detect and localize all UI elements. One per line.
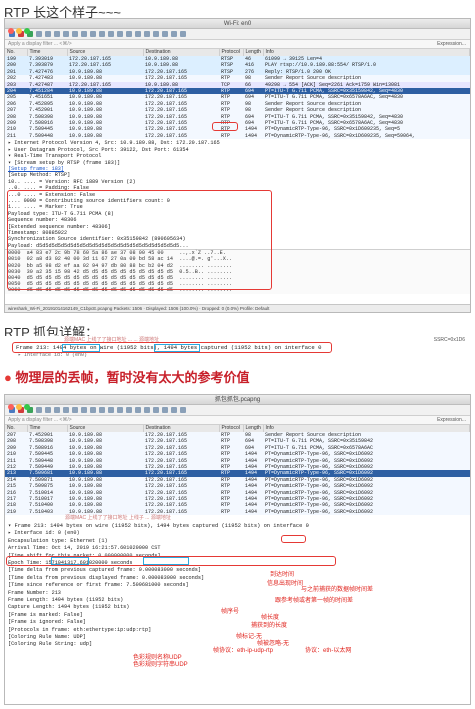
open-file-icon[interactable] bbox=[45, 31, 51, 37]
go-back-icon[interactable] bbox=[90, 31, 96, 37]
normal-size-icon[interactable] bbox=[171, 407, 177, 413]
column-header[interactable]: Length bbox=[243, 49, 264, 56]
go-back-icon[interactable] bbox=[90, 407, 96, 413]
packet-list-header: No. Time Source Destination Protocol Length In… bbox=[5, 49, 470, 56]
expression-button[interactable]: Expression... bbox=[437, 416, 466, 425]
frame-detail-line[interactable]: Frame Length: 1494 bytes (11952 bits) bbox=[5, 597, 470, 604]
heading-frame-loss-note: ● 物理层的丢帧，暂时没有太大的参考价值 bbox=[4, 367, 250, 386]
window-title: Wi-Fi: en0 bbox=[223, 21, 252, 27]
column-header[interactable]: No. bbox=[5, 425, 28, 432]
title-bar: Wi-Fi: en0 bbox=[5, 19, 470, 34]
column-header[interactable]: Info bbox=[263, 425, 470, 432]
colorize-icon[interactable] bbox=[144, 407, 150, 413]
bullet-icon: ● bbox=[4, 370, 12, 385]
annotation-label: 协议：eth-以太网 bbox=[305, 648, 352, 654]
resize-columns-icon[interactable] bbox=[180, 31, 186, 37]
open-file-icon[interactable] bbox=[45, 407, 51, 413]
colorize-icon[interactable] bbox=[144, 31, 150, 37]
go-forward-icon[interactable] bbox=[99, 407, 105, 413]
frame-detail-line[interactable]: [Frame is ignored: False] bbox=[5, 619, 470, 626]
filter-placeholder: Apply a display filter ... <⌘/> bbox=[8, 41, 72, 47]
annotation-label: 与之前捕获的数据帧时间差 bbox=[301, 587, 374, 593]
close-file-icon[interactable] bbox=[63, 407, 69, 413]
main-toolbar-2 bbox=[5, 405, 470, 416]
zoom-out-icon[interactable] bbox=[162, 407, 168, 413]
display-filter-input[interactable]: Apply a display filter ... <⌘/> Expressi… bbox=[5, 40, 470, 49]
annotation-label: 到达时间 bbox=[270, 572, 295, 578]
faint-line-right: SSRC=0x1D6 bbox=[433, 337, 465, 343]
autoscroll-icon[interactable] bbox=[135, 407, 141, 413]
column-header[interactable]: Source bbox=[67, 49, 144, 56]
highlight-bytes-captured-2 bbox=[143, 557, 189, 565]
frame-snippet: 源端MAC 上线了了接口地址 ... ... 源端地址 SSRC=0x1D6 F… bbox=[4, 336, 471, 364]
frame-detail-line[interactable]: [Time since reference or first frame: 7.… bbox=[5, 582, 470, 589]
go-to-packet-icon[interactable] bbox=[108, 407, 114, 413]
column-header[interactable]: Protocol bbox=[219, 49, 244, 56]
packet-list-header: No. Time Source Destination Protocol Length In… bbox=[5, 425, 470, 432]
save-file-icon[interactable] bbox=[54, 31, 60, 37]
packet-details-pre: ▸ Internet Protocol Version 4, Src: 10.9… bbox=[5, 139, 470, 153]
annotation-label: 帧协议：eth-ip-udp-rtp bbox=[213, 648, 274, 654]
frame-detail-line[interactable]: Encapsulation type: Ethernet (1) bbox=[5, 538, 470, 545]
wireshark-window-2: 抓包抓包.pcapng Apply a display filter ... <… bbox=[4, 394, 471, 705]
faint-line-2: 源端MAC 上线了了接口地址 上线子 ... 源端地址 bbox=[65, 515, 171, 522]
highlight-rtp-details bbox=[7, 190, 272, 290]
options-icon[interactable] bbox=[36, 407, 42, 413]
column-header[interactable]: Time bbox=[27, 425, 68, 432]
frame-detail-line[interactable]: [Time delta from previous displayed fram… bbox=[5, 575, 470, 582]
search-icon[interactable] bbox=[81, 31, 87, 37]
main-toolbar bbox=[5, 29, 470, 40]
annotation-label: 帧序号 bbox=[221, 609, 240, 615]
frame-line-2: ▾ Frame 213: 1494 bytes on wire (11952 b… bbox=[8, 523, 309, 530]
display-filter-input-2[interactable]: Apply a display filter ... <⌘/> Expressi… bbox=[5, 416, 470, 425]
search-icon[interactable] bbox=[81, 407, 87, 413]
annotation-label: 色彩规则字符串UDP bbox=[133, 662, 188, 668]
highlight-rtp-protocol bbox=[212, 122, 238, 131]
column-header[interactable]: Destination bbox=[143, 49, 220, 56]
reload-icon[interactable] bbox=[72, 407, 78, 413]
save-file-icon[interactable] bbox=[54, 407, 60, 413]
highlight-bytes-on-wire-2 bbox=[51, 557, 89, 565]
column-header[interactable]: Protocol bbox=[219, 425, 244, 432]
last-packet-icon[interactable] bbox=[126, 31, 132, 37]
column-header[interactable]: Length bbox=[243, 425, 264, 432]
heading-frame-loss-text: 物理层的丢帧，暂时没有太大的参考价值 bbox=[15, 370, 250, 385]
close-file-icon[interactable] bbox=[63, 31, 69, 37]
first-packet-icon[interactable] bbox=[117, 407, 123, 413]
resize-columns-icon[interactable] bbox=[180, 407, 186, 413]
zoom-in-icon[interactable] bbox=[153, 31, 159, 37]
first-packet-icon[interactable] bbox=[117, 31, 123, 37]
autoscroll-icon[interactable] bbox=[135, 31, 141, 37]
go-to-packet-icon[interactable] bbox=[108, 31, 114, 37]
window-title-2: 抓包抓包.pcapng bbox=[214, 397, 261, 403]
column-header[interactable]: Info bbox=[263, 49, 470, 56]
options-icon[interactable] bbox=[36, 31, 42, 37]
zoom-out-icon[interactable] bbox=[162, 31, 168, 37]
column-header[interactable]: Time bbox=[27, 49, 68, 56]
column-header[interactable]: Source bbox=[67, 425, 144, 432]
highlight-bytes-on-wire bbox=[62, 344, 100, 352]
filter-placeholder: Apply a display filter ... <⌘/> bbox=[8, 417, 72, 423]
annotation-label: 信息出现时间 bbox=[267, 581, 304, 587]
wireshark-window-1: Wi-Fi: en0 Apply a display filter ... <⌘… bbox=[4, 18, 471, 313]
go-forward-icon[interactable] bbox=[99, 31, 105, 37]
packet-list-2: No. Time Source Destination Protocol Length In… bbox=[5, 425, 470, 516]
highlight-rtp-protocol-2 bbox=[281, 535, 306, 543]
reload-icon[interactable] bbox=[72, 31, 78, 37]
annotation-label: 捕获到的长度 bbox=[251, 623, 288, 629]
expression-button[interactable]: Expression... bbox=[437, 40, 466, 49]
frame-detail-line[interactable]: Arrival Time: Oct 14, 2019 16:21:57.6010… bbox=[5, 545, 470, 552]
title-bar-2: 抓包抓包.pcapng bbox=[5, 395, 470, 410]
column-header[interactable]: No. bbox=[5, 49, 28, 56]
frame-detail-line[interactable]: ▸ Interface id: 0 (en0) bbox=[5, 530, 470, 537]
frame-detail-line[interactable]: [Time delta from previous captured frame… bbox=[5, 567, 470, 574]
normal-size-icon[interactable] bbox=[171, 31, 177, 37]
status-bar: wireshark_Wi-Fi_20191014162149_C1bpcE.pc… bbox=[5, 304, 470, 312]
annotation-label: 跟参考帧或者第一帧的时间差 bbox=[275, 598, 354, 604]
column-header[interactable]: Destination bbox=[143, 425, 220, 432]
zoom-in-icon[interactable] bbox=[153, 407, 159, 413]
highlight-bytes-captured bbox=[154, 344, 200, 352]
last-packet-icon[interactable] bbox=[126, 407, 132, 413]
frame-detail-line[interactable]: Frame Number: 213 bbox=[5, 590, 470, 597]
